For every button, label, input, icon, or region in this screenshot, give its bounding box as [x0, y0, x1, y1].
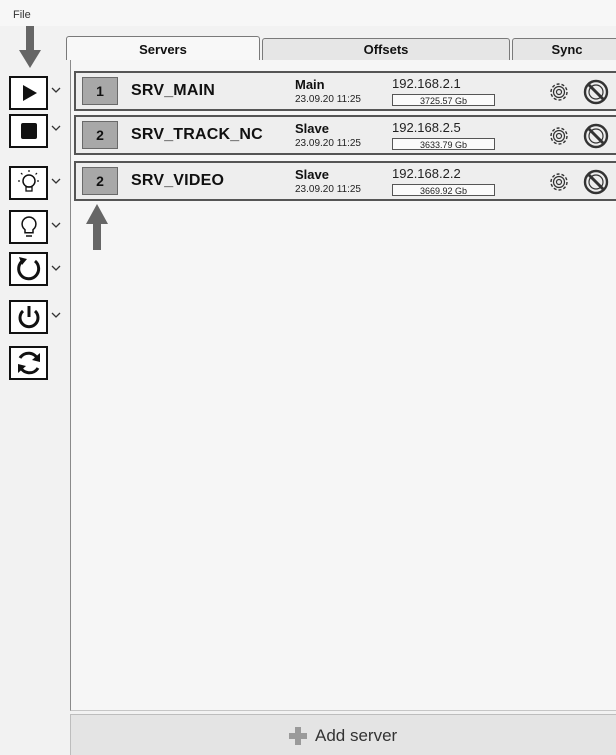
refresh-button[interactable]: [9, 346, 48, 380]
server-name: SRV_VIDEO: [131, 172, 225, 189]
server-disk: 3633.79 Gb: [392, 138, 495, 150]
tab-servers-label: Servers: [139, 42, 187, 57]
refresh-icon: [17, 351, 40, 375]
server-disk: 3669.92 Gb: [392, 184, 495, 196]
tab-offsets[interactable]: Offsets: [262, 38, 510, 60]
disable-icon[interactable]: [582, 78, 610, 106]
server-disk: 3725.57 Gb: [392, 94, 495, 106]
gear-icon[interactable]: [546, 123, 572, 149]
stop-button[interactable]: [9, 114, 48, 148]
server-role: Main: [295, 77, 325, 92]
plus-icon: [289, 727, 307, 745]
play-icon: [22, 85, 37, 101]
server-date: 23.09.20 11:25: [295, 138, 361, 149]
callout-arrow-up-icon: [86, 204, 108, 250]
servers-panel: [70, 60, 616, 711]
light-off-dropdown-chevron-icon[interactable]: [51, 220, 61, 230]
tab-servers[interactable]: Servers: [66, 36, 260, 60]
add-server-label: Add server: [315, 726, 398, 745]
server-role: Slave: [295, 121, 329, 136]
server-role: Slave: [295, 167, 329, 182]
server-number: 2: [82, 121, 118, 149]
power-icon: [18, 306, 39, 329]
stop-dropdown-chevron-icon[interactable]: [51, 123, 61, 133]
server-date: 23.09.20 11:25: [295, 94, 361, 105]
tab-offsets-label: Offsets: [363, 42, 409, 57]
tab-sync-label: Sync: [551, 42, 583, 57]
server-row[interactable]: 1 SRV_MAIN Main 23.09.20 11:25 192.168.2…: [74, 71, 616, 111]
gear-icon[interactable]: [546, 169, 572, 195]
server-name: SRV_MAIN: [131, 82, 215, 99]
gear-icon[interactable]: [546, 79, 572, 105]
stop-icon: [20, 123, 37, 139]
restart-icon: [16, 257, 40, 281]
disable-icon[interactable]: [582, 122, 610, 150]
restart-dropdown-chevron-icon[interactable]: [51, 263, 61, 273]
server-ip: 192.168.2.1: [392, 76, 461, 91]
server-row[interactable]: 2 SRV_VIDEO Slave 23.09.20 11:25 192.168…: [74, 161, 616, 201]
callout-arrow-down-icon: [19, 26, 41, 68]
menu-file[interactable]: File: [13, 9, 31, 21]
power-button[interactable]: [9, 300, 48, 334]
light-on-dropdown-chevron-icon[interactable]: [51, 176, 61, 186]
server-name: SRV_TRACK_NC: [131, 126, 263, 143]
server-date: 23.09.20 11:25: [295, 184, 361, 195]
server-number: 1: [82, 77, 118, 105]
power-dropdown-chevron-icon[interactable]: [51, 310, 61, 320]
lightbulb-on-icon: [17, 170, 40, 192]
lightbulb-off-icon: [20, 216, 37, 237]
light-on-button[interactable]: [9, 166, 48, 200]
server-number: 2: [82, 167, 118, 195]
server-ip: 192.168.2.2: [392, 166, 461, 181]
server-ip: 192.168.2.5: [392, 120, 461, 135]
add-server-button[interactable]: Add server: [70, 714, 616, 755]
server-row[interactable]: 2 SRV_TRACK_NC Slave 23.09.20 11:25 192.…: [74, 115, 616, 155]
tab-sync[interactable]: Sync: [512, 38, 616, 60]
play-dropdown-chevron-icon[interactable]: [51, 85, 61, 95]
light-off-button[interactable]: [9, 210, 48, 244]
play-button[interactable]: [9, 76, 48, 110]
disable-icon[interactable]: [582, 168, 610, 196]
menu-bar: File: [0, 0, 616, 26]
restart-button[interactable]: [9, 252, 48, 286]
